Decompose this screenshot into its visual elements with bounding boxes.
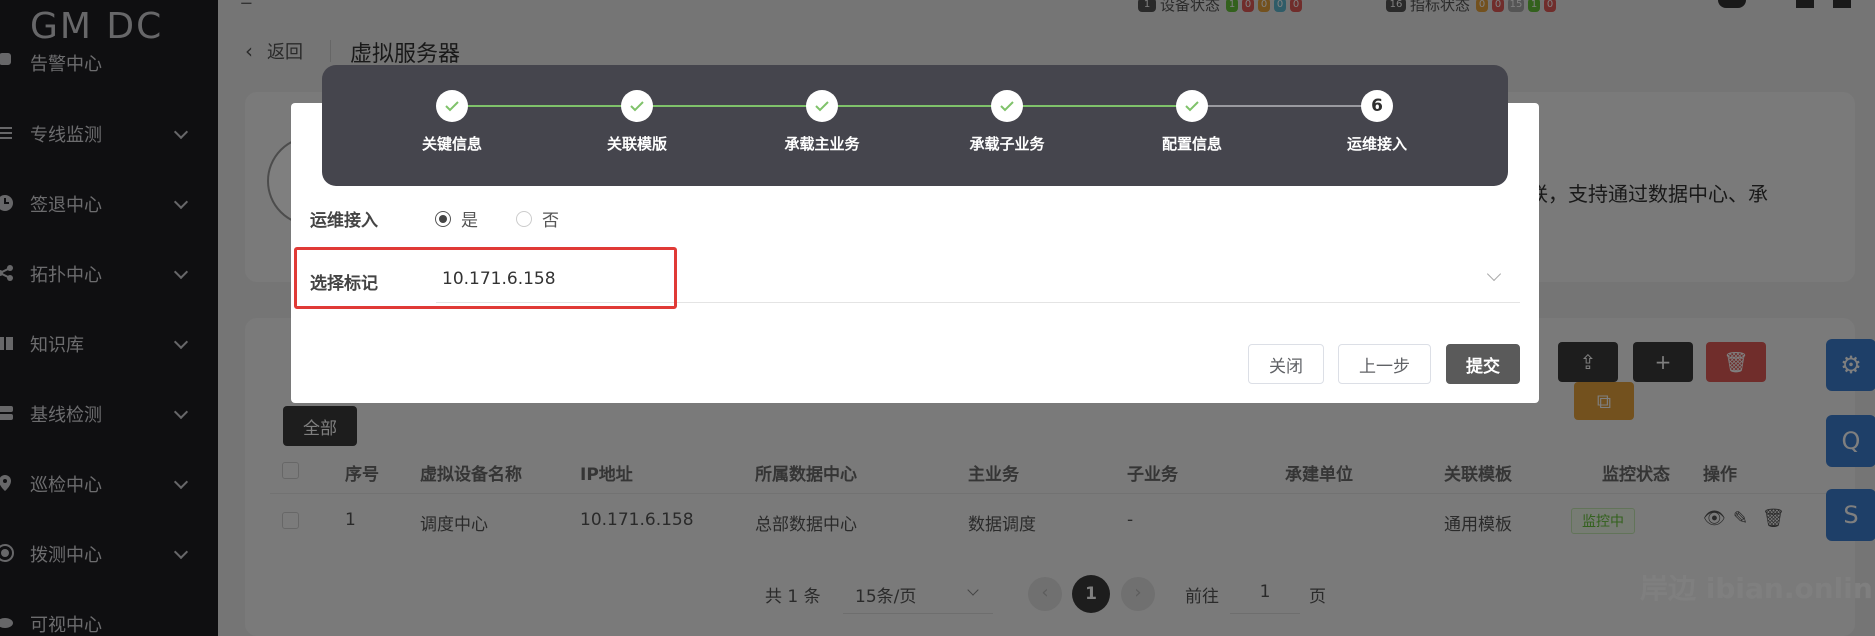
step-label: 关联模版 (606, 135, 667, 153)
chevron-down-icon (1486, 266, 1502, 282)
step-label: 配置信息 (1161, 135, 1222, 153)
prev-step-button[interactable]: 上一步 (1338, 344, 1431, 384)
radio-no-label: 否 (542, 211, 559, 231)
submit-button[interactable]: 提交 (1446, 344, 1520, 384)
step-done-icon (621, 90, 653, 122)
step-line-pending (1192, 105, 1377, 107)
highlight-box (294, 247, 677, 309)
step-label: 承载主业务 (784, 135, 860, 153)
step-label: 承载子业务 (969, 135, 1045, 153)
radio-yes-label: 是 (461, 211, 478, 231)
step-label: 关键信息 (421, 135, 482, 153)
step-done-icon (991, 90, 1023, 122)
step-done-icon (806, 90, 838, 122)
step-label: 运维接入 (1346, 135, 1407, 153)
step-done-icon (1176, 90, 1208, 122)
step-active-number: 6 (1361, 90, 1393, 122)
ops-access-label: 运维接入 (310, 211, 378, 231)
radio-no[interactable]: 否 (516, 206, 559, 231)
radio-checked-icon (435, 210, 451, 227)
close-button[interactable]: 关闭 (1248, 344, 1324, 384)
wizard-steps: 关键信息 关联模版 承载主业务 承载子业务 配置信息 6 运维接入 (322, 65, 1508, 186)
radio-yes[interactable]: 是 (435, 206, 478, 231)
radio-unchecked-icon (516, 210, 532, 227)
step-done-icon (436, 90, 468, 122)
